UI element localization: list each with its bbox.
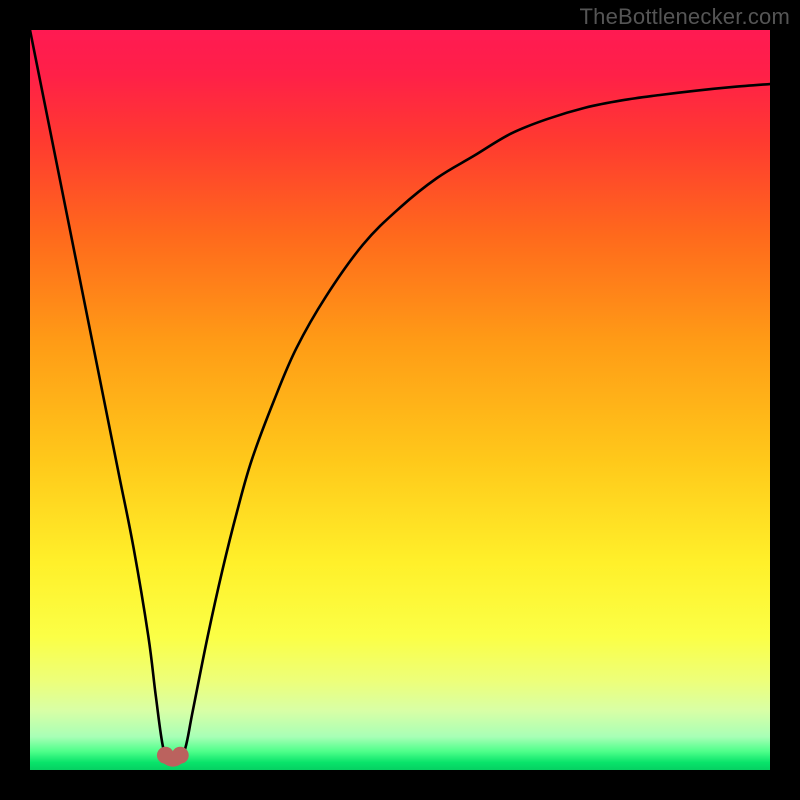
marker-dot: [172, 747, 189, 764]
marker-dot: [157, 747, 174, 764]
curve-layer: [30, 30, 770, 770]
curve-minimum-markers: [157, 747, 189, 764]
bottleneck-curve: [30, 30, 770, 765]
watermark-text: TheBottlenecker.com: [580, 4, 790, 30]
plot-area: [30, 30, 770, 770]
chart-frame: TheBottlenecker.com: [0, 0, 800, 800]
